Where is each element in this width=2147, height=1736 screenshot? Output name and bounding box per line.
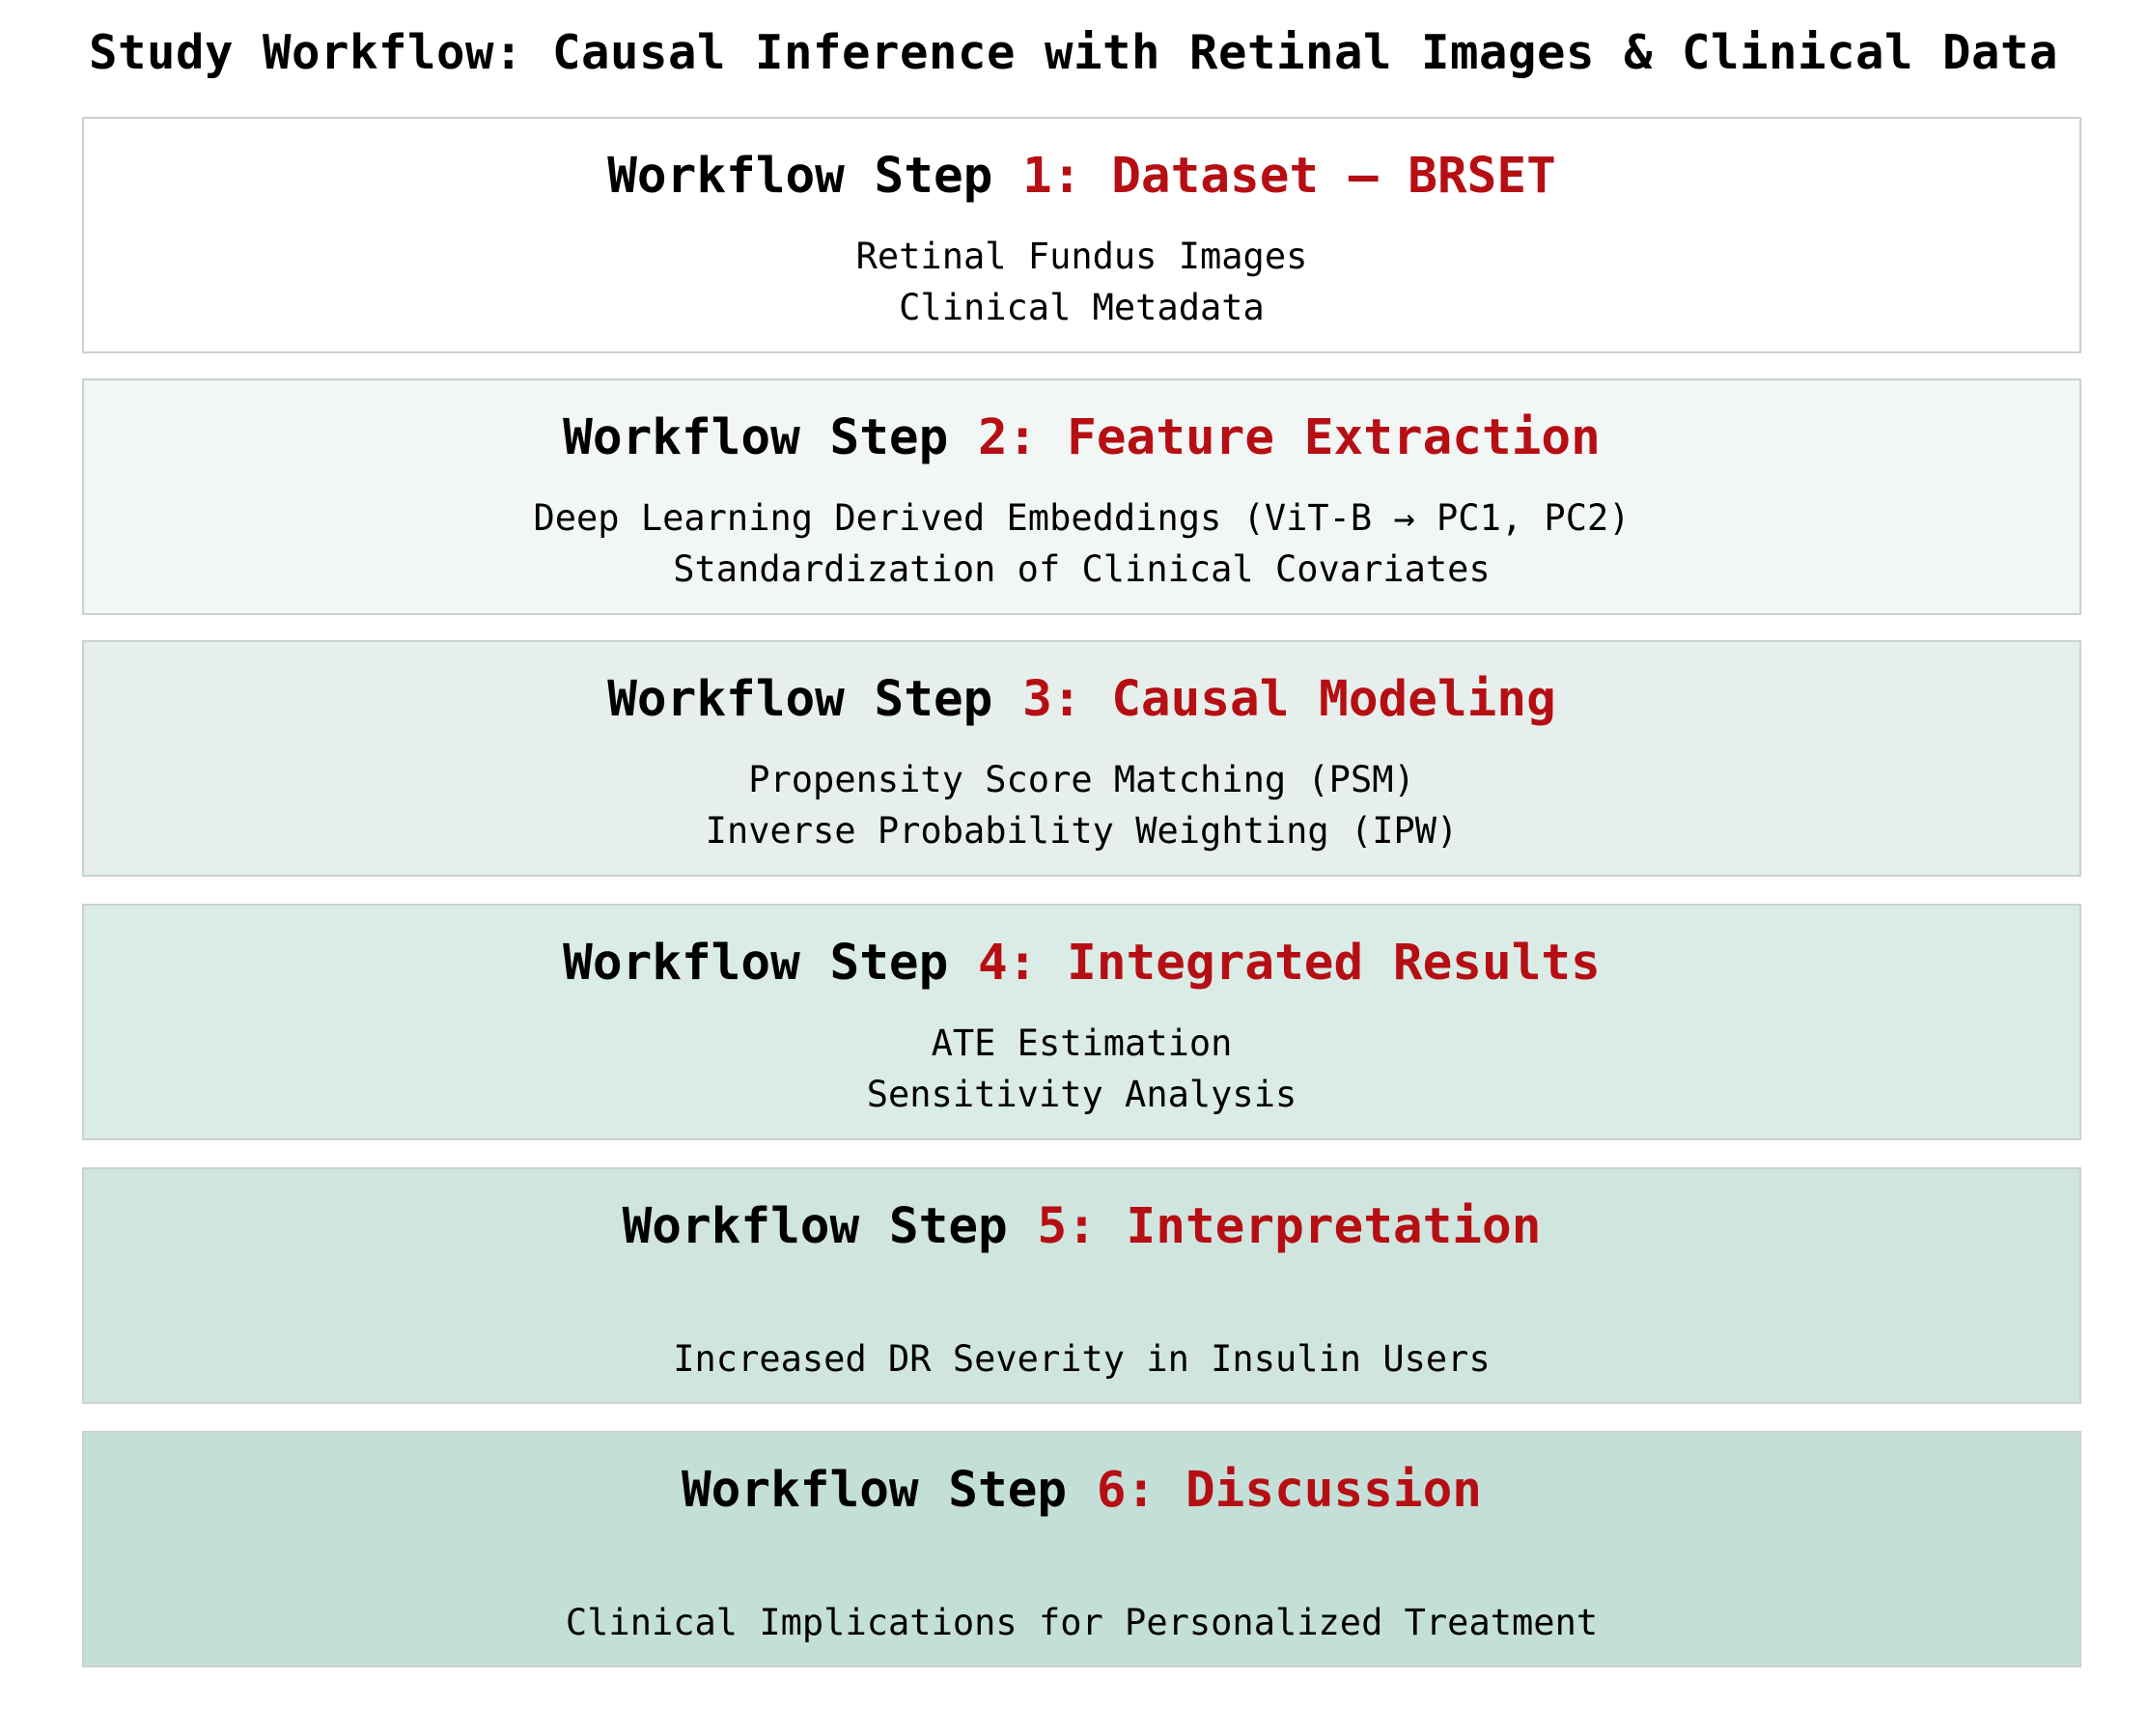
step-2-heading-title: 2: Feature Extraction	[978, 409, 1601, 466]
step-5-details: Increased DR Severity in Insulin Users	[84, 1333, 2079, 1385]
step-4-detail-line: Sensitivity Analysis	[866, 1074, 1297, 1115]
step-5-heading: Workflow Step 5: Interpretation	[84, 1196, 2079, 1258]
step-5-heading-title: 5: Interpretation	[1037, 1198, 1542, 1255]
workflow-step-3-box: Workflow Step 3: Causal Modeling Propens…	[82, 640, 2081, 877]
page-title: Study Workflow: Causal Inference with Re…	[88, 25, 2059, 80]
step-5-detail-line: Increased DR Severity in Insulin Users	[673, 1338, 1491, 1380]
step-3-detail-line: Propensity Score Matching (PSM)	[748, 759, 1415, 800]
step-1-heading-prefix: Workflow Step	[607, 148, 1023, 205]
step-2-heading-prefix: Workflow Step	[563, 409, 979, 466]
step-4-detail-line: ATE Estimation	[931, 1022, 1233, 1064]
step-4-heading-prefix: Workflow Step	[563, 935, 979, 992]
step-6-heading: Workflow Step 6: Discussion	[84, 1460, 2079, 1522]
workflow-step-5-box: Workflow Step 5: Interpretation Increase…	[82, 1167, 2081, 1404]
step-6-details: Clinical Implications for Personalized T…	[84, 1597, 2079, 1648]
workflow-step-1-box: Workflow Step 1: Dataset – BRSET Retinal…	[82, 117, 2081, 353]
step-1-detail-line: Retinal Fundus Images	[855, 236, 1308, 277]
step-3-heading-title: 3: Causal Modeling	[1022, 671, 1556, 728]
step-3-detail-line: Inverse Probability Weighting (IPW)	[705, 810, 1459, 852]
step-4-heading-title: 4: Integrated Results	[978, 935, 1601, 992]
step-2-detail-line: Deep Learning Derived Embeddings (ViT-B …	[533, 497, 1631, 539]
step-2-details: Deep Learning Derived Embeddings (ViT-B …	[84, 492, 2079, 595]
step-1-heading: Workflow Step 1: Dataset – BRSET	[84, 146, 2079, 208]
step-6-heading-prefix: Workflow Step	[681, 1462, 1097, 1519]
workflow-step-6-box: Workflow Step 6: Discussion Clinical Imp…	[82, 1431, 2081, 1667]
step-4-heading: Workflow Step 4: Integrated Results	[84, 933, 2079, 994]
step-2-detail-line: Standardization of Clinical Covariates	[673, 548, 1491, 590]
step-2-heading: Workflow Step 2: Feature Extraction	[84, 407, 2079, 469]
step-3-heading: Workflow Step 3: Causal Modeling	[84, 669, 2079, 731]
step-1-details: Retinal Fundus Images Clinical Metadata	[84, 231, 2079, 333]
step-4-details: ATE Estimation Sensitivity Analysis	[84, 1018, 2079, 1120]
step-1-heading-title: 1: Dataset – BRSET	[1022, 148, 1556, 205]
step-5-heading-prefix: Workflow Step	[622, 1198, 1038, 1255]
step-3-details: Propensity Score Matching (PSM) Inverse …	[84, 754, 2079, 856]
step-6-detail-line: Clinical Implications for Personalized T…	[565, 1602, 1599, 1643]
step-1-detail-line: Clinical Metadata	[899, 287, 1265, 328]
step-3-heading-prefix: Workflow Step	[607, 671, 1023, 728]
step-6-heading-title: 6: Discussion	[1096, 1462, 1483, 1519]
workflow-step-2-box: Workflow Step 2: Feature Extraction Deep…	[82, 378, 2081, 615]
workflow-step-4-box: Workflow Step 4: Integrated Results ATE …	[82, 904, 2081, 1140]
